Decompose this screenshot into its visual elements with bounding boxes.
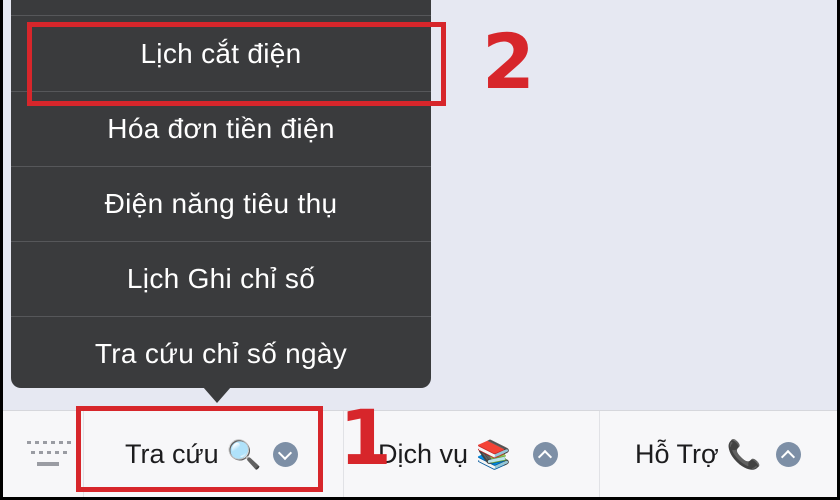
menu-item-label: Hóa đơn tiền điện — [107, 113, 335, 144]
tab-label: Hỗ Trợ — [635, 439, 719, 469]
menu-item-label: Tra cứu chỉ số ngày — [94, 338, 348, 369]
tab-ho-tro[interactable]: Hỗ Trợ 📞 — [635, 411, 801, 497]
menu-pointer-arrow — [203, 387, 231, 403]
step-number-2: 2 — [482, 17, 535, 106]
books-icon: 📚 — [476, 438, 511, 471]
keyboard-icon[interactable] — [25, 439, 71, 471]
highlight-box-step-2 — [27, 22, 446, 106]
step-number-1: 1 — [339, 393, 392, 482]
menu-item-dien-nang-tieu-thu[interactable]: Điện năng tiêu thụ — [11, 166, 431, 241]
menu-item-tra-cuu-chi-so-ngay[interactable]: Tra cứu chỉ số ngày — [11, 316, 431, 391]
chevron-up-icon[interactable] — [532, 442, 558, 467]
highlight-box-step-1 — [76, 406, 323, 492]
menu-item-label: Lịch Ghi chỉ số — [126, 263, 316, 294]
menu-item-lich-ghi-chi-so[interactable]: Lịch Ghi chỉ số — [11, 241, 431, 316]
phone-icon: 📞 — [726, 438, 762, 471]
tab-divider — [599, 411, 600, 497]
tab-dich-vu[interactable]: Dịch vụ 📚 — [378, 411, 558, 497]
menu-item-label: Điện năng tiêu thụ — [104, 188, 338, 219]
chevron-up-icon[interactable] — [775, 442, 801, 467]
app-screen: Lịch cắt điện Hóa đơn tiền điện Điện năn… — [3, 0, 837, 497]
